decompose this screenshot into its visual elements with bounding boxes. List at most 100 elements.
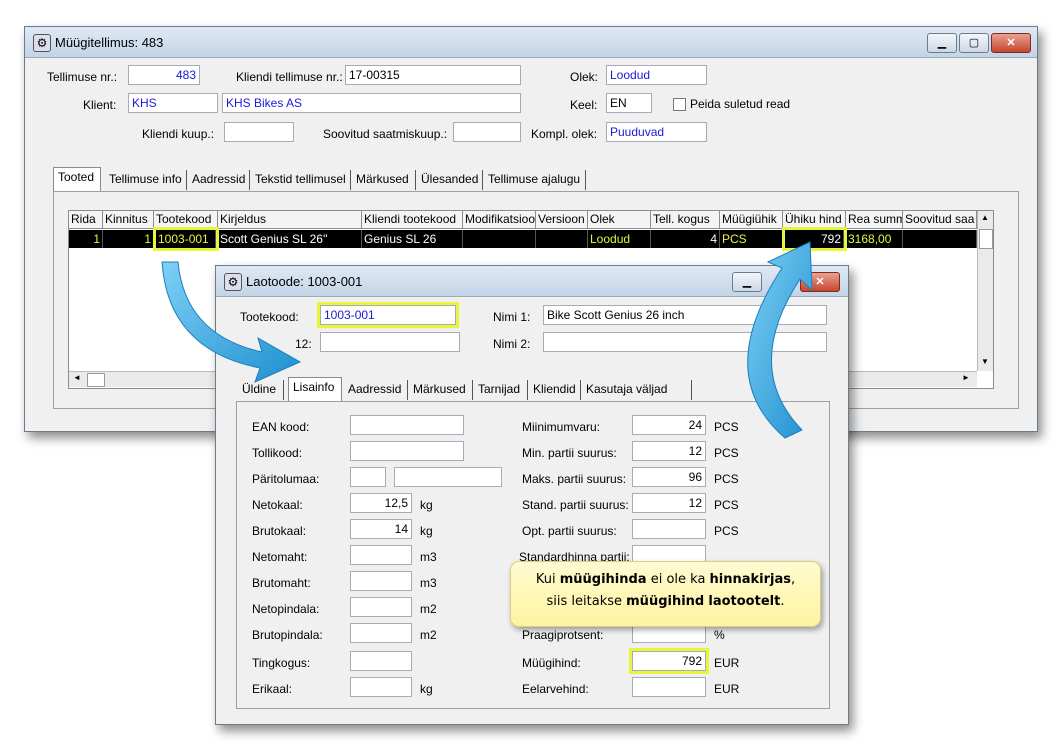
client-name-field[interactable]: KHS Bikes AS xyxy=(222,93,521,113)
eelarvehind-field[interactable] xyxy=(632,677,706,697)
product-titlebar[interactable]: ⚙ Laotoode: 1003-001 ▁ ✕ xyxy=(216,266,848,297)
minimize-button[interactable]: ▁ xyxy=(927,33,957,53)
tab-aadressid[interactable]: Aadressid xyxy=(188,170,250,190)
col-header-versioon[interactable]: Versioon xyxy=(536,211,588,229)
miinimumvaru-label: Miinimumvaru: xyxy=(522,420,601,434)
maks-partii-field[interactable]: 96 xyxy=(632,467,706,487)
col-header-tootekood[interactable]: Tootekood xyxy=(154,211,218,229)
close-button[interactable]: ✕ xyxy=(991,33,1031,53)
sales-order-titlebar[interactable]: ⚙ Müügitellimus: 483 ▁ ▢ ✕ xyxy=(25,27,1037,58)
col-header-olek[interactable]: Olek xyxy=(588,211,651,229)
grid-vertical-scrollbar[interactable]: ▲ ▼ xyxy=(977,211,993,371)
min-partii-field[interactable]: 12 xyxy=(632,441,706,461)
netomaht-field[interactable] xyxy=(350,545,412,565)
paritolumaa-name-field[interactable] xyxy=(394,467,502,487)
col-header-modifikatsioon[interactable]: Modifikatsioo xyxy=(463,211,536,229)
tab-tellimuse-ajalugu[interactable]: Tellimuse ajalugu xyxy=(484,170,586,190)
miinimumvaru-field[interactable]: 24 xyxy=(632,415,706,435)
field2-input[interactable] xyxy=(320,332,460,352)
cell-tell-kogus[interactable]: 4 xyxy=(651,230,720,248)
tab-kasutaja-valjad[interactable]: Kasutaja väljad xyxy=(582,380,692,400)
client-date-label: Kliendi kuup.: xyxy=(142,127,215,141)
status-field[interactable]: Loodud xyxy=(606,65,707,85)
scroll-right-icon[interactable]: ► xyxy=(962,373,970,382)
scroll-down-icon[interactable]: ▼ xyxy=(981,357,989,366)
product-code-label: Tootekood: xyxy=(240,310,299,324)
scroll-thumb[interactable] xyxy=(979,229,993,249)
tab-uldine[interactable]: Üldine xyxy=(238,380,284,400)
cell-rida[interactable]: 1 xyxy=(69,230,103,248)
product-close-button[interactable]: ✕ xyxy=(800,272,840,292)
tab-tooted[interactable]: Tooted xyxy=(53,167,101,191)
cell-rea-summa[interactable]: 3168,00 xyxy=(846,230,903,248)
cell-olek[interactable]: Loodud xyxy=(588,230,651,248)
netopindala-label: Netopindala: xyxy=(252,602,320,616)
name2-field[interactable] xyxy=(543,332,827,352)
col-header-uhiku-hind[interactable]: Ühiku hind xyxy=(783,211,846,229)
delivery-date-field[interactable] xyxy=(453,122,521,142)
cell-modifikatsioon[interactable] xyxy=(463,230,536,248)
compl-status-label: Kompl. olek: xyxy=(531,127,598,141)
muugihind-field[interactable]: 792 xyxy=(629,648,709,674)
cell-kirjeldus[interactable]: Scott Genius SL 26'' xyxy=(218,230,362,248)
name1-label: Nimi 1: xyxy=(493,310,531,324)
col-header-rida[interactable]: Rida xyxy=(69,211,103,229)
cell-versioon[interactable] xyxy=(536,230,588,248)
order-no-field[interactable]: 483 xyxy=(128,65,200,85)
client-order-label: Kliendi tellimuse nr.: xyxy=(236,70,343,84)
tollikood-field[interactable] xyxy=(350,441,464,461)
hide-closed-checkbox[interactable] xyxy=(673,98,686,111)
opt-partii-field[interactable] xyxy=(632,519,706,539)
scroll-up-icon[interactable]: ▲ xyxy=(981,213,989,222)
col-header-tell-kogus[interactable]: Tell. kogus xyxy=(651,211,720,229)
cell-kinnitus[interactable]: 1 xyxy=(103,230,154,248)
col-header-muugiuhik[interactable]: Müügiühik xyxy=(720,211,783,229)
compl-status-field[interactable]: Puuduvad xyxy=(606,122,707,142)
col-header-soovitud-saatmine[interactable]: Soovitud saa xyxy=(903,211,977,229)
brutokaal-field[interactable]: 14 xyxy=(350,519,412,539)
erikaal-field[interactable] xyxy=(350,677,412,697)
cell-uhiku-hind[interactable]: 792 xyxy=(782,227,847,251)
ean-field[interactable] xyxy=(350,415,464,435)
tab-kliendid[interactable]: Kliendid xyxy=(529,380,581,400)
cell-muugiuhik[interactable]: PCS xyxy=(720,230,783,248)
tab-lisainfo[interactable]: Lisainfo xyxy=(288,377,342,401)
language-field[interactable]: EN xyxy=(606,93,652,113)
tab-tellimuse-info[interactable]: Tellimuse info xyxy=(105,170,187,190)
cell-kliendi-tootekood[interactable]: Genius SL 26 xyxy=(362,230,463,248)
tab-tarnijad[interactable]: Tarnijad xyxy=(474,380,528,400)
product-minimize-button[interactable]: ▁ xyxy=(732,272,762,292)
client-date-field[interactable] xyxy=(224,122,294,142)
tingkogus-label: Tingkogus: xyxy=(252,656,311,670)
tab-tekstid-tellimusel[interactable]: Tekstid tellimusel xyxy=(251,170,351,190)
tab-ulesanded[interactable]: Ülesanded xyxy=(417,170,483,190)
paritolumaa-label: Päritolumaa: xyxy=(252,472,320,486)
tab-markused[interactable]: Märkused xyxy=(352,170,416,190)
brutomaht-field[interactable] xyxy=(350,571,412,591)
col-header-kinnitus[interactable]: Kinnitus xyxy=(103,211,154,229)
cell-soovitud-saatmine[interactable] xyxy=(903,230,977,248)
client-code-field[interactable]: KHS xyxy=(128,93,218,113)
tab-p-markused[interactable]: Märkused xyxy=(409,380,473,400)
brutopindala-field[interactable] xyxy=(350,623,412,643)
col-header-kliendi-tootekood[interactable]: Kliendi tootekood xyxy=(362,211,463,229)
client-order-field[interactable]: 17-00315 xyxy=(345,65,521,85)
netopindala-field[interactable] xyxy=(350,597,412,617)
tab-p-aadressid[interactable]: Aadressid xyxy=(344,380,408,400)
stand-partii-field[interactable]: 12 xyxy=(632,493,706,513)
stand-partii-unit: PCS xyxy=(714,498,739,512)
cell-tootekood[interactable]: 1003-001 xyxy=(153,227,219,251)
scroll-left-icon[interactable]: ◄ xyxy=(73,373,81,382)
product-code-field[interactable]: 1003-001 xyxy=(317,302,459,328)
callout-line-1: Kui müügihinda ei ole ka hinnakirjas, xyxy=(535,572,796,587)
name2-label: Nimi 2: xyxy=(493,337,531,351)
maximize-button[interactable]: ▢ xyxy=(959,33,989,53)
hide-closed-label: Peida suletud read xyxy=(690,97,791,111)
paritolumaa-code-field[interactable] xyxy=(350,467,386,487)
h-scroll-thumb[interactable] xyxy=(87,373,105,387)
name1-field[interactable]: Bike Scott Genius 26 inch xyxy=(543,305,827,325)
col-header-kirjeldus[interactable]: Kirjeldus xyxy=(218,211,362,229)
tingkogus-field[interactable] xyxy=(350,651,412,671)
col-header-rea-summa[interactable]: Rea summ xyxy=(846,211,903,229)
netokaal-field[interactable]: 12,5 xyxy=(350,493,412,513)
